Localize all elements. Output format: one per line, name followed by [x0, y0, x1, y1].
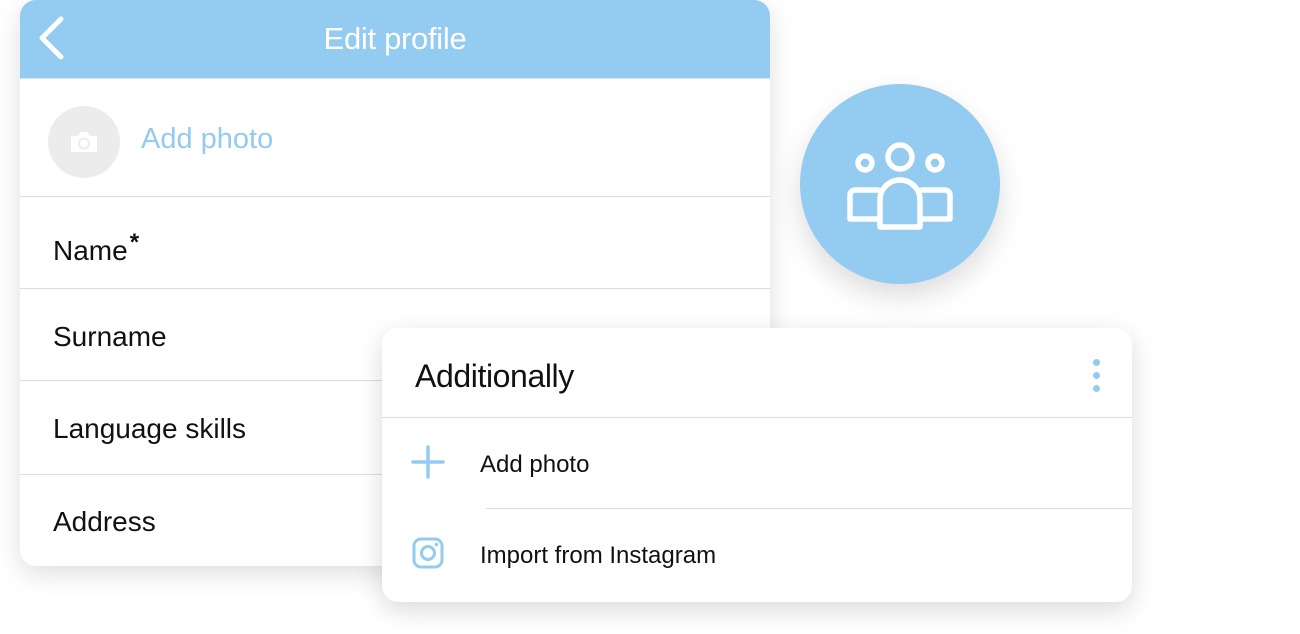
- required-mark: *: [129, 229, 140, 256]
- panel-item-import-instagram[interactable]: Import from Instagram: [382, 509, 1132, 599]
- more-dot-icon: [1093, 385, 1100, 392]
- avatar-placeholder[interactable]: [48, 106, 120, 178]
- panel-item-label: Add photo: [480, 451, 590, 478]
- field-row-name[interactable]: Name*: [20, 196, 770, 288]
- plus-icon: [411, 445, 445, 479]
- field-label-name: Name*: [53, 229, 139, 267]
- field-label-language-skills: Language skills: [53, 413, 247, 444]
- photo-row: Add photo: [20, 79, 770, 196]
- camera-icon: [71, 132, 97, 152]
- more-dot-icon: [1093, 372, 1100, 379]
- field-label-address: Address: [53, 506, 156, 537]
- field-label-surname: Surname: [53, 321, 167, 352]
- group-bubble: [800, 84, 1000, 284]
- group-icon: [847, 142, 953, 230]
- more-options-button[interactable]: [1084, 356, 1110, 396]
- panel-item-add-photo[interactable]: Add photo: [382, 418, 1132, 508]
- additionally-panel: Additionally Add photo Import from Insta…: [382, 328, 1132, 602]
- panel-item-label: Import from Instagram: [480, 542, 717, 569]
- panel-title: Additionally: [415, 358, 574, 394]
- page-title: Edit profile: [323, 21, 467, 56]
- name-label-text: Name: [53, 235, 128, 266]
- instagram-icon: [412, 537, 444, 569]
- more-dot-icon: [1093, 359, 1100, 366]
- add-photo-link[interactable]: Add photo: [141, 123, 273, 156]
- header-bar: Edit profile: [20, 0, 770, 78]
- stage: Edit profile Add photo Name* Surname Lan…: [0, 0, 1300, 634]
